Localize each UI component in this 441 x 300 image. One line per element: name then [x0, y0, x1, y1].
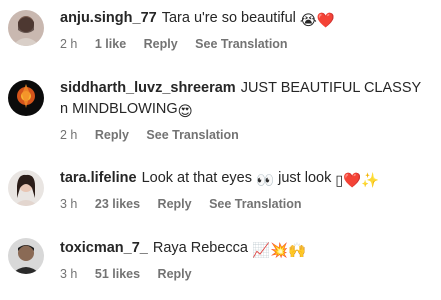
likes-count[interactable]: 51 likes [95, 267, 140, 281]
see-translation-button[interactable]: See Translation [146, 128, 238, 142]
comment-text: anju.singh_77 Tara u're so beautiful 😭❤️ [60, 8, 429, 32]
timestamp: 3 h [60, 197, 78, 211]
emoji-chart-boom-raised-hands-icon: 📈💥🙌 [252, 243, 307, 259]
comment-message: Look at that eyes [141, 170, 252, 186]
avatar[interactable] [8, 170, 44, 206]
comment-message-2: just look [278, 170, 332, 186]
reply-button[interactable]: Reply [158, 267, 192, 281]
timestamp: 3 h [60, 267, 78, 281]
likes-count[interactable]: 1 like [95, 37, 126, 51]
likes-count[interactable]: 23 likes [95, 197, 140, 211]
emoji-crying-heart-icon: 😭❤️ [299, 13, 335, 29]
timestamp: 2 h [60, 128, 78, 142]
comment-text: siddharth_luvz_shreeram JUST BEAUTIFUL CL… [60, 78, 429, 123]
reply-button[interactable]: Reply [158, 197, 192, 211]
avatar[interactable] [8, 80, 44, 116]
comment-meta: 3 h 51 likes Reply [60, 267, 429, 281]
username[interactable]: tara.lifeline [60, 170, 137, 186]
avatar[interactable] [8, 238, 44, 274]
see-translation-button[interactable]: See Translation [209, 197, 301, 211]
emoji-eyes-icon: 👀 [256, 173, 275, 189]
emoji-heart-sparkles-icon: ▯❤️✨ [335, 173, 380, 189]
emoji-heart-eyes-icon: 😍 [177, 104, 193, 120]
comment-message: Tara u're so beautiful [161, 10, 296, 26]
comment-meta: 2 h Reply See Translation [60, 128, 429, 142]
avatar[interactable] [8, 10, 44, 46]
see-translation-button[interactable]: See Translation [195, 37, 287, 51]
comment-text: toxicman_7_ Raya Rebecca 📈💥🙌 [60, 238, 429, 262]
reply-button[interactable]: Reply [95, 128, 129, 142]
username[interactable]: toxicman_7_ [60, 240, 148, 256]
timestamp: 2 h [60, 37, 78, 51]
comment-meta: 2 h 1 like Reply See Translation [60, 37, 429, 51]
comment-text: tara.lifeline Look at that eyes 👀 just lo… [60, 168, 429, 192]
reply-button[interactable]: Reply [144, 37, 178, 51]
username[interactable]: siddharth_luvz_shreeram [60, 80, 236, 96]
username[interactable]: anju.singh_77 [60, 10, 157, 26]
comment-meta: 3 h 23 likes Reply See Translation [60, 197, 429, 211]
comment-message: Raya Rebecca [152, 240, 248, 256]
